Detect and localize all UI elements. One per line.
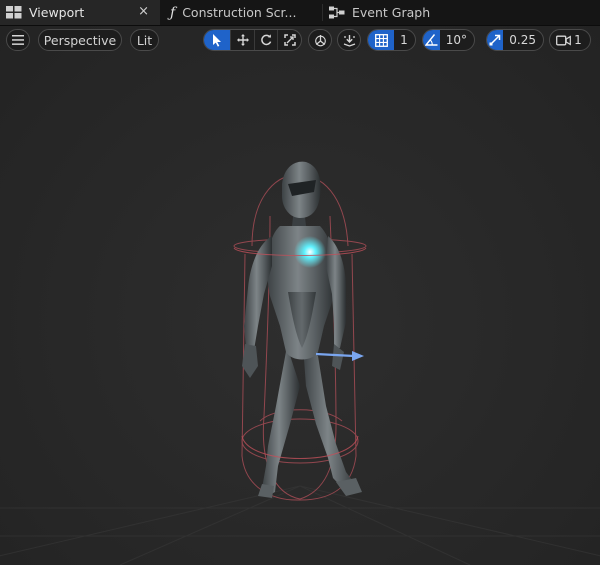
camera-speed-toggle[interactable] [550,30,572,50]
rotation-snap-group: 10° [422,29,475,51]
surface-snap-icon [343,34,356,47]
character-mesh[interactable] [0,26,600,565]
grid-snap-value[interactable]: 1 [394,30,415,50]
angle-icon [424,34,438,46]
rotate-icon [260,34,272,46]
camera-icon [555,35,571,46]
tab-label: Viewport [29,5,85,20]
translate-mode-button[interactable] [230,30,254,50]
tab-label: Event Graph [352,5,431,20]
menu-button[interactable] [6,29,30,51]
select-mode-button[interactable] [204,30,231,50]
event-graph-icon [329,6,345,19]
viewport-icon [6,6,22,19]
tab-bar: Viewport × ƒ Construction Scr... Event G… [0,0,600,26]
close-icon[interactable]: × [138,4,149,19]
transform-tools-group [203,29,302,51]
viewport-toolbar: Perspective Lit 1 10° 0.25 1 [0,26,600,56]
scale-snap-toggle[interactable] [487,30,504,50]
camera-speed-group[interactable]: 1 [549,29,591,51]
viewport[interactable]: Perspective Lit 1 10° 0.25 1 [0,26,600,565]
scale-icon [283,34,296,46]
function-icon: ƒ [170,4,176,21]
surface-snapping-button[interactable] [337,29,361,51]
cursor-icon [212,33,222,47]
tab-viewport[interactable]: Viewport × [0,0,160,25]
world-axes-icon [314,34,327,47]
scale-mode-button[interactable] [277,30,301,50]
chest-glow [294,236,326,268]
hamburger-menu-icon [12,35,24,45]
rotation-snap-toggle[interactable] [423,30,440,50]
tab-event-graph[interactable]: Event Graph [323,0,483,25]
tab-construction-script[interactable]: ƒ Construction Scr... [161,0,321,25]
scale-snap-value[interactable]: 0.25 [503,30,543,50]
grid-icon [374,33,388,47]
rotate-mode-button[interactable] [253,30,278,50]
camera-speed-value[interactable]: 1 [572,30,590,50]
lighting-mode-button[interactable]: Lit [130,29,159,51]
view-mode-button[interactable]: Perspective [38,29,122,51]
tab-label: Construction Scr... [182,5,297,20]
scale-snap-group: 0.25 [486,29,544,51]
rotation-snap-value[interactable]: 10° [440,30,474,50]
move-icon [236,34,249,46]
grid-snap-toggle[interactable] [368,30,394,50]
scale-snap-icon [489,34,501,46]
grid-snap-group: 1 [367,29,416,51]
coordinate-system-button[interactable] [308,29,332,51]
